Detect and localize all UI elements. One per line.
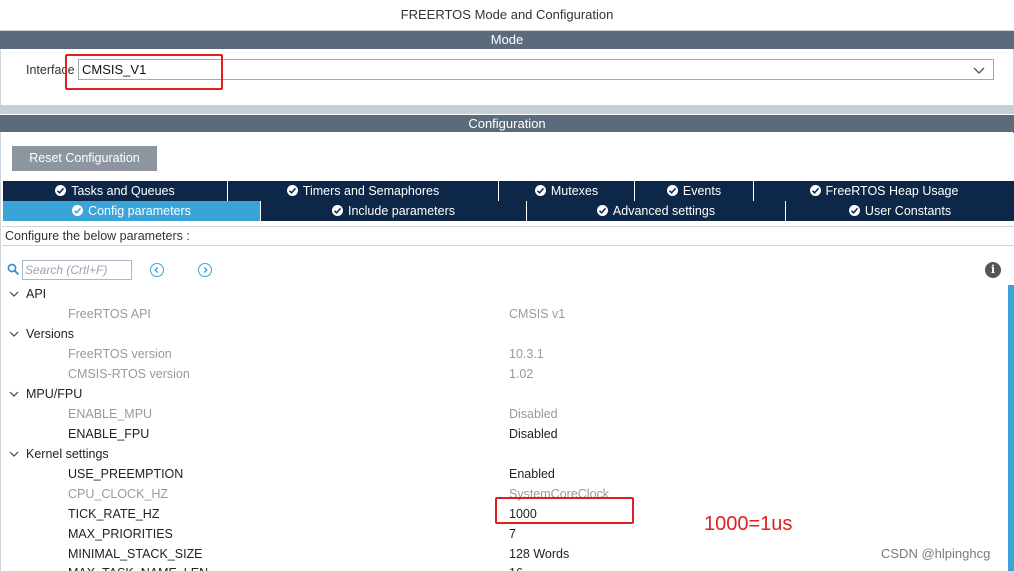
- chevron-down-icon[interactable]: [9, 384, 19, 404]
- param-name[interactable]: MINIMAL_STACK_SIZE: [68, 544, 203, 564]
- search-next-button[interactable]: [198, 263, 212, 277]
- check-circle-icon: [534, 185, 546, 196]
- check-circle-icon: [809, 185, 821, 196]
- section-divider: [0, 105, 1014, 114]
- check-circle-icon: [666, 185, 678, 196]
- param-name: FreeRTOS API: [68, 307, 151, 321]
- chevron-down-icon[interactable]: [9, 444, 19, 464]
- tab-tasks-and-queues[interactable]: Tasks and Queues: [3, 181, 228, 201]
- chevron-left-icon: [153, 266, 158, 273]
- tab-label: Advanced settings: [612, 204, 716, 218]
- param-name: CPU_CLOCK_HZ: [68, 487, 169, 501]
- highlight-tick-rate-box: [495, 497, 634, 524]
- param-value: Disabled: [509, 407, 558, 421]
- group-mpu-fpu[interactable]: MPU/FPU: [26, 384, 82, 404]
- tab-label: Events: [682, 184, 722, 198]
- check-circle-icon: [596, 205, 608, 216]
- window-title: FREERTOS Mode and Configuration: [0, 0, 1014, 31]
- highlight-interface-box: [65, 54, 223, 90]
- check-circle-icon: [331, 205, 343, 216]
- param-value: CMSIS v1: [509, 307, 566, 321]
- tab-config-parameters[interactable]: Config parameters: [3, 201, 261, 221]
- param-value[interactable]: 128 Words: [509, 544, 569, 564]
- search-icon: [7, 263, 20, 279]
- param-name[interactable]: USE_PREEMPTION: [68, 464, 183, 484]
- tab-freertos-heap-usage[interactable]: FreeRTOS Heap Usage: [754, 181, 1014, 201]
- param-value[interactable]: Enabled: [509, 464, 555, 484]
- chevron-down-icon[interactable]: [9, 284, 19, 304]
- watermark: CSDN @hlpinghcg: [881, 546, 991, 561]
- param-name[interactable]: MAX_PRIORITIES: [68, 524, 173, 544]
- param-name[interactable]: ENABLE_FPU: [68, 424, 149, 444]
- configuration-header: Configuration: [0, 115, 1014, 133]
- tab-include-parameters[interactable]: Include parameters: [261, 201, 527, 221]
- group-kernel-settings[interactable]: Kernel settings: [26, 444, 109, 464]
- param-value: 10.3.1: [509, 347, 544, 361]
- tab-label: Config parameters: [88, 204, 191, 218]
- tab-label: Mutexes: [550, 184, 599, 198]
- reset-configuration-button[interactable]: Reset Configuration: [12, 146, 157, 171]
- tab-label: FreeRTOS Heap Usage: [825, 184, 959, 198]
- param-value[interactable]: Disabled: [509, 424, 558, 444]
- param-name: FreeRTOS version: [68, 347, 172, 361]
- param-value[interactable]: 7: [509, 524, 516, 544]
- check-circle-icon: [55, 185, 67, 196]
- tab-mutexes[interactable]: Mutexes: [499, 181, 635, 201]
- param-value[interactable]: 16: [509, 563, 523, 571]
- tab-label: Timers and Semaphores: [302, 184, 440, 198]
- param-name: CMSIS-RTOS version: [68, 367, 190, 381]
- param-value: 1.02: [509, 367, 534, 381]
- chevron-right-icon: [203, 266, 208, 273]
- check-circle-icon: [72, 205, 84, 216]
- check-circle-icon: [848, 205, 860, 216]
- tab-label: Include parameters: [347, 204, 455, 218]
- configure-instructions: Configure the below parameters :: [2, 226, 1014, 246]
- group-versions[interactable]: Versions: [26, 324, 74, 344]
- tab-label: Tasks and Queues: [71, 184, 175, 198]
- tab-events[interactable]: Events: [635, 181, 754, 201]
- mode-header: Mode: [0, 31, 1014, 49]
- check-circle-icon: [286, 185, 298, 196]
- tab-advanced-settings[interactable]: Advanced settings: [527, 201, 786, 221]
- tab-label: User Constants: [864, 204, 952, 218]
- group-api[interactable]: API: [26, 284, 46, 304]
- search-input[interactable]: [22, 260, 132, 280]
- search-previous-button[interactable]: [150, 263, 164, 277]
- tab-timers-and-semaphores[interactable]: Timers and Semaphores: [228, 181, 499, 201]
- param-name[interactable]: TICK_RATE_HZ: [68, 504, 159, 524]
- param-name: ENABLE_MPU: [68, 407, 153, 421]
- info-icon[interactable]: i: [985, 262, 1001, 278]
- tab-user-constants[interactable]: User Constants: [786, 201, 1014, 221]
- param-name[interactable]: MAX_TASK_NAME_LEN: [68, 563, 208, 571]
- annotation-text: 1000=1us: [704, 513, 793, 535]
- chevron-down-icon: [971, 62, 987, 78]
- chevron-down-icon[interactable]: [9, 324, 19, 344]
- vertical-scrollbar[interactable]: [1008, 285, 1014, 571]
